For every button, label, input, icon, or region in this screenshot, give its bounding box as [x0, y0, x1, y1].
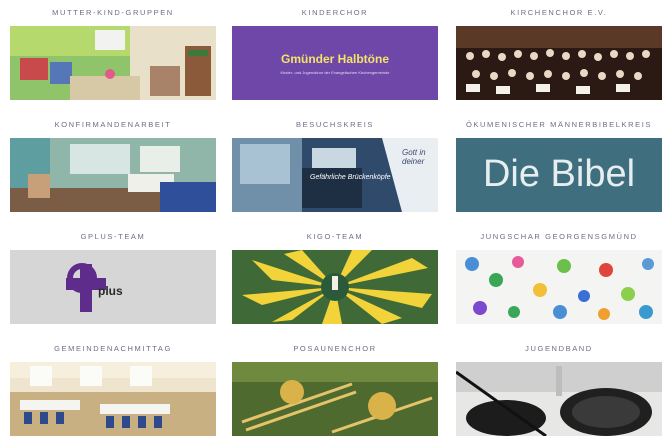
group-title[interactable]: KINDERCHOR	[232, 4, 438, 22]
besuchskreis-card-text: Gefährliche Brückenköpfe	[310, 174, 391, 181]
group-card-posaunenchor[interactable]: POSAUNENCHOR	[232, 340, 438, 436]
groups-grid: MUTTER-KIND-GRUPPEN KINDERCHOR Gmünder H…	[0, 0, 670, 436]
group-title[interactable]: BESUCHSKREIS	[232, 116, 438, 134]
group-card-jugendband[interactable]: JUGENDBAND	[456, 340, 662, 436]
group-card-konfirmanden[interactable]: KONFIRMANDENARBEIT	[10, 116, 216, 212]
group-card-gplus[interactable]: GPLUS-TEAM plus	[10, 228, 216, 324]
group-title[interactable]: MUTTER-KIND-GRUPPEN	[10, 4, 216, 22]
group-card-kinderchor[interactable]: KINDERCHOR Gmünder Halbtöne Kinder- und …	[232, 4, 438, 100]
group-title[interactable]: ÖKUMENISCHER MÄNNERBIBELKREIS	[456, 116, 662, 134]
group-title[interactable]: KIGO-TEAM	[232, 228, 438, 246]
drums-photo[interactable]	[456, 362, 662, 436]
group-card-kigo[interactable]: KIGO-TEAM	[232, 228, 438, 324]
gplus-logo[interactable]: plus	[10, 250, 216, 324]
group-card-kirchenchor[interactable]: KIRCHENCHOR E.V.	[456, 4, 662, 100]
youth-room-photo[interactable]	[10, 138, 216, 212]
group-card-besuchskreis[interactable]: BESUCHSKREIS Gefährliche Brückenköpfe Go…	[232, 116, 438, 212]
handprints-photo[interactable]	[456, 250, 662, 324]
trombones-photo[interactable]	[232, 362, 438, 436]
playroom-photo[interactable]	[10, 26, 216, 100]
besuchskreis-card-text-2: Gott in deiner	[402, 148, 426, 166]
church-interior-photo[interactable]: Gefährliche Brückenköpfe Gott in deiner	[232, 138, 438, 212]
group-card-jungschar[interactable]: JUNGSCHAR GEORGENSGMÜND	[456, 228, 662, 324]
group-card-maennerbibelkreis[interactable]: ÖKUMENISCHER MÄNNERBIBELKREIS Die Bibel	[456, 116, 662, 212]
group-card-mutter-kind[interactable]: MUTTER-KIND-GRUPPEN	[10, 4, 216, 100]
group-title[interactable]: GEMEINDENACHMITTAG	[10, 340, 216, 358]
group-card-gemeindenachmittag[interactable]: GEMEINDENACHMITTAG	[10, 340, 216, 436]
hall-photo[interactable]	[10, 362, 216, 436]
gplus-logo-text: plus	[98, 284, 123, 298]
kigo-sun-photo[interactable]	[232, 250, 438, 324]
group-title[interactable]: KONFIRMANDENARBEIT	[10, 116, 216, 134]
kinderchor-logo-text: Gmünder Halbtöne	[280, 52, 389, 66]
group-title[interactable]: JUGENDBAND	[456, 340, 662, 358]
group-title[interactable]: GPLUS-TEAM	[10, 228, 216, 246]
kinderchor-logo-subtitle: Kinder- und Jugendchor der Evangelischen…	[280, 70, 390, 75]
group-title[interactable]: JUNGSCHAR GEORGENSGMÜND	[456, 228, 662, 246]
group-title[interactable]: POSAUNENCHOR	[232, 340, 438, 358]
bible-banner-text: Die Bibel	[482, 153, 636, 195]
group-title[interactable]: KIRCHENCHOR E.V.	[456, 4, 662, 22]
choir-photo[interactable]	[456, 26, 662, 100]
bible-banner[interactable]: Die Bibel	[456, 138, 662, 212]
kinderchor-logo[interactable]: Gmünder Halbtöne Kinder- und Jugendchor …	[232, 26, 438, 100]
